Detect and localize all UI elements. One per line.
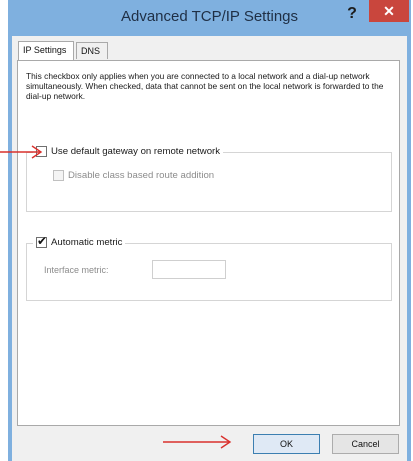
automatic-metric-checkbox[interactable]: ✔ Automatic metric (33, 234, 126, 248)
automatic-metric-label: Automatic metric (51, 237, 123, 248)
ok-button[interactable]: OK (253, 434, 320, 454)
use-default-gateway-checkbox[interactable]: Use default gateway on remote network (33, 146, 224, 157)
tab-dns[interactable]: DNS (76, 42, 108, 59)
close-icon[interactable]: ✕ (369, 0, 409, 22)
checkbox-box-checked[interactable]: ✔ (36, 234, 48, 248)
disable-class-route-label: Disable class based route addition (68, 170, 215, 181)
cancel-button[interactable]: Cancel (332, 434, 399, 454)
ip-settings-panel: This checkbox only applies when you are … (17, 60, 400, 426)
interface-metric-input (152, 260, 226, 279)
use-default-gateway-label: Use default gateway on remote network (51, 146, 221, 157)
checkmark-icon: ✔ (37, 234, 48, 248)
red-arrow-annotation-ok (163, 435, 232, 449)
dialog-window: Advanced TCP/IP Settings ? ✕ IP Settings… (8, 0, 411, 461)
interface-metric-label: Interface metric: (44, 264, 109, 275)
interface-metric-row: Interface metric: (44, 260, 226, 279)
dialog-client-area: IP Settings DNS This checkbox only appli… (12, 36, 407, 461)
help-icon[interactable]: ? (342, 4, 362, 24)
checkbox-box-disabled (53, 170, 64, 181)
title-bar: Advanced TCP/IP Settings ? ✕ (8, 0, 411, 36)
gateway-description: This checkbox only applies when you are … (26, 71, 384, 101)
tab-ip-settings[interactable]: IP Settings (18, 41, 74, 60)
disable-class-route-checkbox: Disable class based route addition (53, 170, 214, 181)
gateway-group-box (26, 152, 392, 212)
red-arrow-annotation (0, 145, 43, 159)
